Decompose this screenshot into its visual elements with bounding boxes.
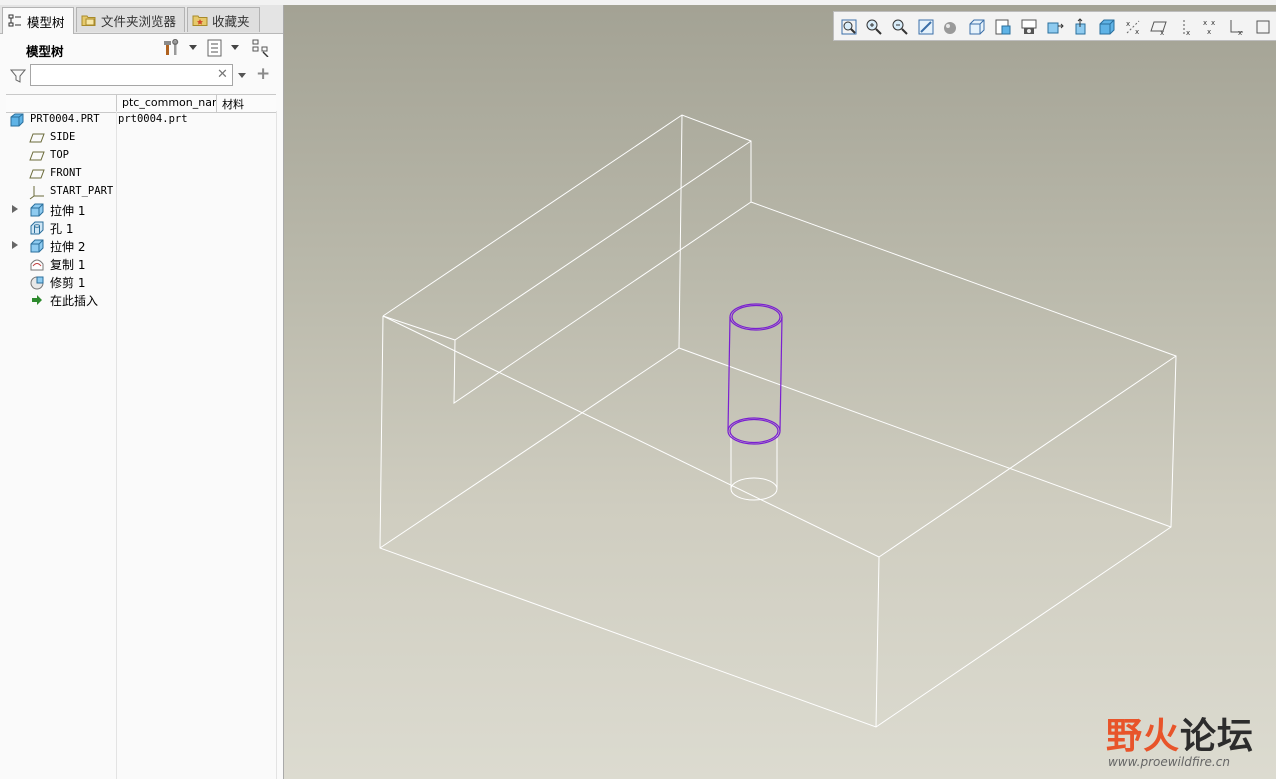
chevron-down-icon[interactable] [238,73,246,78]
tab-label: 收藏夹 [212,13,250,29]
coordinate-system-icon [29,184,45,200]
block-outline [379,201,1177,728]
hole-icon [29,220,45,236]
tree-item-start-part[interactable]: START_PART [0,183,283,201]
panel-title: 模型树 [26,44,64,59]
block-edge [875,556,880,728]
wall-edge [453,201,752,404]
tree-item-prt0004[interactable]: PRT0004.PRT prt0004.prt [0,111,283,129]
tab-label: 文件夹浏览器 [101,13,177,29]
common-name-cell: prt0004.prt [118,113,188,125]
tree-item-extrude-1[interactable]: 拉伸 1 [0,201,283,219]
watermark: 野火论坛 www.proewildfire.cn [1106,707,1254,769]
wall-edge [382,114,752,317]
tab-favorites[interactable]: 收藏夹 [187,7,260,32]
hammer-wrench-icon [163,38,181,60]
tab-label: 模型树 [27,14,65,30]
tab-model-tree[interactable]: 模型树 [2,7,74,34]
tree-item-copy-1[interactable]: 复制 1 [0,255,283,273]
navigator-panel: 模型树 文件夹浏览器 收藏夹 模型树 ✕ + ptc_common_na 材料 … [0,5,284,779]
datum-plane-icon [29,166,45,182]
list-options-icon [206,39,224,60]
tree-item-insert-here[interactable]: 在此插入 [0,291,283,309]
filter-icon[interactable] [9,68,27,84]
column-header-common-name[interactable]: ptc_common_name [122,96,217,109]
navigator-tabbar: 模型树 文件夹浏览器 收藏夹 [0,5,283,34]
tree-item-label: TOP [50,149,69,161]
part-icon [9,112,25,128]
wall-edge [382,315,456,341]
model-tree-header: 模型树 [0,35,283,65]
chevron-down-icon[interactable] [231,45,239,50]
tree-item-label: 复制 1 [50,258,86,272]
datum-plane-icon [29,148,45,164]
expand-arrow-icon[interactable] [12,241,18,249]
block-edge [878,355,1177,558]
tree-item-label: 拉伸 2 [50,240,86,254]
chevron-down-icon[interactable] [189,45,197,50]
tree-item-label: PRT0004.PRT [30,113,100,125]
watermark-text: 论坛 [1179,716,1254,757]
tree-item-label: START_PART [50,185,114,197]
graphics-viewport[interactable]: xx x x xxx x 野火论坛 www.proewildfire.cn [284,5,1276,779]
insert-here-icon [29,292,45,308]
watermark-text: 野火 [1105,716,1180,757]
search-row: ✕ + [0,63,283,89]
show-options-button[interactable] [205,39,225,59]
tree-item-extrude-2[interactable]: 拉伸 2 [0,237,283,255]
favorites-icon [192,12,208,28]
extrude-icon [29,202,45,218]
wall-hidden-edge [678,114,683,349]
tree-item-label: 孔 1 [50,222,74,236]
add-icon[interactable]: + [256,64,270,84]
tree-item-label: FRONT [50,167,82,179]
tree-columns-icon [252,39,270,60]
tree-item-top[interactable]: TOP [0,147,283,165]
clear-icon[interactable]: ✕ [217,67,228,82]
tab-folder-browser[interactable]: 文件夹浏览器 [76,7,185,32]
block-edge [382,315,880,558]
column-divider[interactable] [216,95,217,112]
tree-item-label: 拉伸 1 [50,204,86,218]
wall-edge [454,140,752,341]
column-divider[interactable] [116,95,117,112]
tree-filter-settings-button[interactable] [251,39,271,59]
tree-item-hole-1[interactable]: 孔 1 [0,219,283,237]
tree-item-label: SIDE [50,131,76,143]
wireframe-model[interactable] [284,5,1276,779]
settings-tools-button[interactable] [162,38,182,60]
model-tree-icon [7,13,23,29]
extrude-icon [29,238,45,254]
tree-item-label: 修剪 1 [50,276,86,290]
expand-arrow-icon[interactable] [12,205,18,213]
copy-icon [29,256,45,272]
tree-item-side[interactable]: SIDE [0,129,283,147]
folder-browser-icon [81,12,97,28]
tree-item-front[interactable]: FRONT [0,165,283,183]
search-input[interactable] [30,64,233,86]
hidden-edge [379,347,680,549]
trim-icon [29,274,45,290]
tree-item-label: 在此插入 [50,294,99,308]
datum-plane-icon [29,130,45,146]
highlighted-cylinder[interactable] [727,303,783,445]
tree-item-trim-1[interactable]: 修剪 1 [0,273,283,291]
column-header-material[interactable]: 材料 [222,96,244,112]
